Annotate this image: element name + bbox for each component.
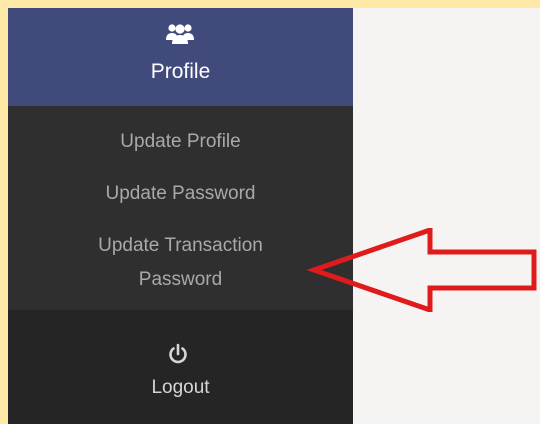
submenu-item-update-password[interactable]: Update Password (8, 180, 353, 208)
users-icon (166, 24, 194, 44)
profile-menu-header[interactable]: Profile (8, 8, 353, 106)
sidebar: Profile Update Profile Update Password U… (8, 8, 353, 424)
power-icon (169, 343, 187, 364)
logout-button[interactable]: Logout (8, 332, 353, 412)
main-content (353, 8, 540, 424)
logout-label: Logout (151, 377, 210, 398)
submenu-item-update-profile[interactable]: Update Profile (8, 128, 353, 156)
red-arrow-icon (306, 228, 537, 312)
profile-label: Profile (150, 60, 211, 83)
